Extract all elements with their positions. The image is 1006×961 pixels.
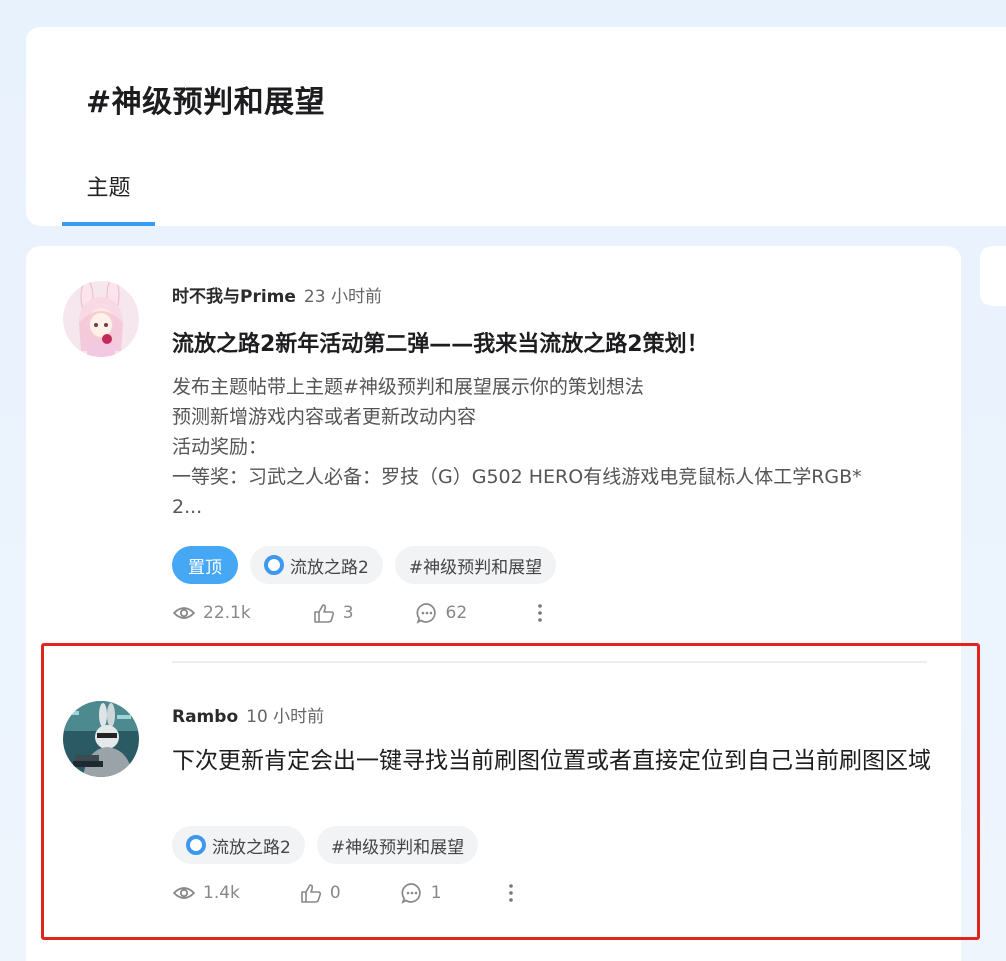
- feed-card: 时不我与Prime 23 小时前 流放之路2新年活动第二弹——我来当流放之路2策划…: [26, 246, 961, 961]
- post-meta: 时不我与Prime 23 小时前: [172, 282, 382, 307]
- side-panel-card: [980, 246, 1006, 306]
- excerpt-line: 活动奖励：: [172, 436, 268, 458]
- excerpt-line: 预测新增游戏内容或者更新改动内容: [172, 406, 477, 428]
- thumbs-up-icon: [301, 884, 321, 903]
- tab-label: 主题: [86, 176, 131, 201]
- views-stat: 22.1k: [173, 603, 251, 623]
- game-tag-label: 流放之路2: [290, 557, 369, 578]
- eye-icon: [173, 607, 195, 619]
- thumbs-up-icon: [313, 604, 334, 623]
- game-tag[interactable]: 流放之路2: [172, 826, 305, 864]
- page: #神级预判和展望 主题 时不我与Prime 23 小时前 流放之路2新年活动第二…: [0, 0, 1006, 961]
- avatar[interactable]: [63, 281, 139, 357]
- more-vertical-icon: [508, 884, 513, 902]
- avatar[interactable]: [63, 701, 139, 777]
- post-stats: 22.1k 3 62: [173, 602, 543, 624]
- post-meta: Rambo 10 小时前: [172, 702, 324, 727]
- pinned-tag[interactable]: 置顶: [172, 546, 238, 584]
- tag-list: 流放之路2 #神级预判和展望: [172, 826, 479, 864]
- topic-tag[interactable]: #神级预判和展望: [316, 826, 479, 864]
- tag-list: 置顶 流放之路2 #神级预判和展望: [172, 546, 557, 584]
- tab-topics[interactable]: 主题: [62, 172, 155, 226]
- game-tag[interactable]: 流放之路2: [250, 546, 383, 584]
- views-stat: 1.4k: [173, 883, 240, 903]
- excerpt-line: 2...: [172, 496, 203, 518]
- active-tab-indicator: [62, 222, 155, 226]
- eye-icon: [173, 887, 195, 899]
- game-tag-label: 流放之路2: [212, 837, 291, 858]
- views-count: 22.1k: [203, 603, 251, 623]
- comment-icon: [416, 603, 436, 624]
- post-time: 10 小时前: [246, 707, 325, 727]
- like-button[interactable]: 0: [300, 883, 341, 903]
- game-ring-icon: [186, 835, 206, 855]
- rabbit-gamer-avatar-icon: [63, 701, 139, 777]
- more-options-button[interactable]: [537, 603, 543, 623]
- post-divider: [172, 661, 927, 663]
- topic-tag[interactable]: #神级预判和展望: [394, 546, 557, 584]
- comments-count: 1: [430, 883, 442, 903]
- views-count: 1.4k: [203, 883, 240, 903]
- comment-icon: [401, 883, 421, 904]
- excerpt-line: 发布主题帖带上主题#神级预判和展望展示你的策划想法: [172, 376, 644, 398]
- comment-button[interactable]: 1: [401, 882, 442, 904]
- game-ring-icon: [264, 555, 284, 575]
- topic-header-card: #神级预判和展望 主题: [26, 27, 1006, 226]
- author-name[interactable]: 时不我与Prime: [172, 287, 296, 307]
- more-options-button[interactable]: [508, 883, 514, 903]
- comment-button[interactable]: 62: [416, 602, 468, 624]
- post-title[interactable]: 下次更新肯定会出一键寻找当前刷图位置或者直接定位到自己当前刷图区域: [172, 743, 932, 779]
- topic-title: #神级预判和展望: [86, 85, 326, 120]
- more-vertical-icon: [538, 604, 542, 622]
- excerpt-line: 一等奖：习武之人必备：罗技（G）G502 HERO有线游戏电竞鼠标人体工学RGB…: [172, 466, 862, 488]
- likes-count: 0: [329, 883, 341, 903]
- author-name[interactable]: Rambo: [172, 707, 238, 727]
- post-title[interactable]: 流放之路2新年活动第二弹——我来当流放之路2策划！: [172, 326, 709, 358]
- post-excerpt[interactable]: 发布主题帖带上主题#神级预判和展望展示你的策划想法 预测新增游戏内容或者更新改动…: [172, 372, 932, 522]
- anime-girl-avatar-icon: [63, 281, 139, 357]
- comments-count: 62: [445, 603, 468, 623]
- like-button[interactable]: 3: [313, 603, 354, 623]
- likes-count: 3: [342, 603, 354, 623]
- post-stats: 1.4k 0 1: [173, 882, 514, 904]
- post-time: 23 小时前: [303, 287, 382, 307]
